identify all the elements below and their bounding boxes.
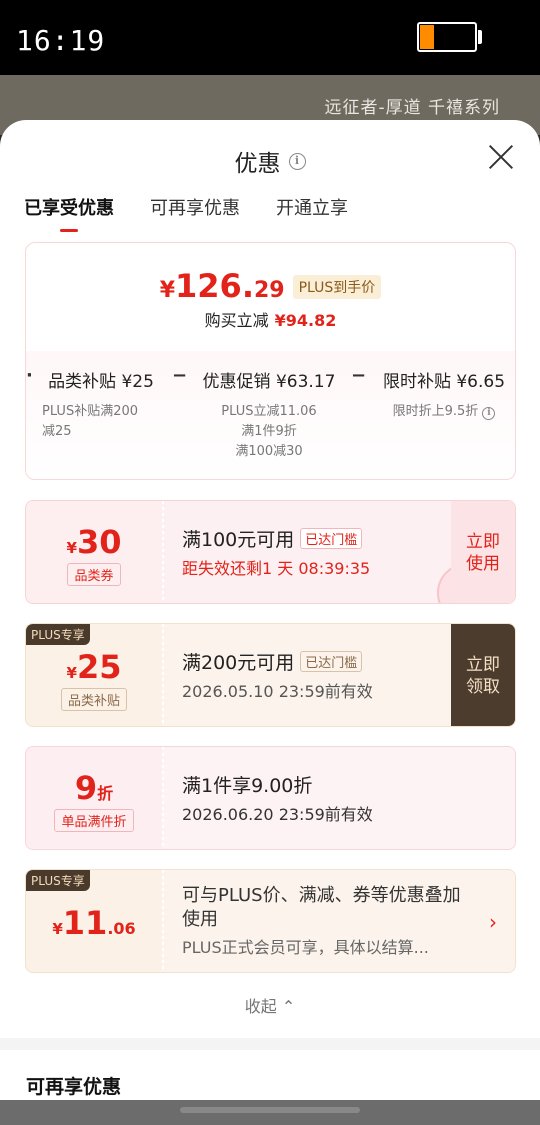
battery-tip	[478, 30, 482, 44]
breakdown-dot: ·	[26, 365, 33, 386]
battery-icon	[417, 22, 477, 52]
section-title-more-discounts: 可再享优惠	[26, 1076, 122, 1098]
coupon-item-discount-9: 9折 单品满件折 满1件享9.00折 2026.06.20 23:59前有效	[25, 746, 516, 850]
use-now-button[interactable]: 立即 使用	[451, 501, 515, 603]
coupon-condition: 满200元可用 已达门槛	[182, 648, 363, 675]
status-time: 16:19	[16, 24, 106, 57]
coupon-expiry: 2026.05.10 23:59前有效	[182, 682, 373, 701]
discount-total-row: 购买立减 ¥94.82	[26, 307, 515, 331]
coupon-amount: 9折	[74, 769, 114, 807]
coupon-type-tag: 品类补贴	[60, 688, 127, 711]
coupon-detail-panel: 满100元可用 已达门槛 距失效还剩1 天 08:39:35 立即 使用	[164, 501, 515, 603]
discount-label: 购买立减	[204, 311, 269, 330]
tab-activate-now[interactable]: 开通立享	[276, 194, 348, 234]
info-icon[interactable]: i	[288, 152, 306, 170]
coupon-plus-subsidy-25: PLUS专享 ¥25 品类补贴 满200元可用 已达门槛 2026.05.10 …	[25, 623, 516, 727]
final-price: ¥126.29	[159, 267, 285, 305]
collapse-button[interactable]: 收起 ⌃	[0, 993, 540, 1017]
plus-exclusive-badge: PLUS专享	[26, 870, 90, 891]
minus-operator: −	[172, 365, 188, 386]
claim-now-button[interactable]: 立即 领取	[451, 624, 515, 726]
discount-amount: ¥94.82	[274, 311, 337, 330]
sheet-header: 优惠 i	[0, 144, 540, 178]
discount-breakdown: · 品类补贴 ¥25 PLUS补贴满200 减25 − 优惠促销 ¥63.17 …	[26, 351, 515, 479]
tab-more-discounts[interactable]: 可再享优惠	[150, 194, 240, 234]
coupon-amount: ¥30	[66, 523, 122, 561]
price-summary-card: ¥126.29 PLUS到手价 购买立减 ¥94.82 · 品类补贴 ¥25 PL…	[25, 242, 516, 480]
coupon-value-panel: 9折 单品满件折	[26, 747, 162, 849]
coupon-condition: 满100元可用 已达门槛	[182, 525, 363, 552]
info-icon[interactable]: i	[482, 407, 496, 420]
coupon-description: 可与PLUS价、满减、券等优惠叠加使用	[182, 885, 461, 930]
coupon-note: PLUS正式会员可享，具体以结算...	[182, 938, 429, 957]
tab-enjoyed-discounts[interactable]: 已享受优惠	[24, 194, 114, 234]
coupon-type-tag: 单品满件折	[54, 809, 134, 832]
discount-sheet: 优惠 i 已享受优惠 可再享优惠 开通立享 ¥126.29 PLUS到手价 购买…	[0, 120, 540, 1125]
coupon-plus-price-11[interactable]: PLUS专享 ¥11.06 可与PLUS价、满减、券等优惠叠加使用 PLUS正式…	[25, 869, 516, 973]
minus-operator: −	[351, 365, 367, 386]
coupon-value-panel: ¥30 品类券	[26, 501, 162, 603]
coupon-expiry: 距失效还剩1 天 08:39:35	[182, 559, 371, 578]
breakdown-promotion: 优惠促销 ¥63.17 PLUS立减11.06 满1件9折 满100减30	[202, 372, 336, 459]
sheet-title: 优惠	[234, 151, 281, 177]
coupon-category-30: ¥30 品类券 满100元可用 已达门槛 距失效还剩1 天 08:39:35 立…	[25, 500, 516, 604]
threshold-tag: 已达门槛	[300, 651, 363, 672]
battery-level-fill	[420, 25, 434, 49]
breakdown-limited-subsidy[interactable]: 限时补贴 ¥6.65 限时折上9.5折 i	[376, 367, 512, 422]
plus-exclusive-badge: PLUS专享	[26, 624, 90, 645]
breakdown-category-subsidy: 品类补贴 ¥25 PLUS补贴满200 减25	[42, 372, 154, 439]
coupon-detail-panel: 满200元可用 已达门槛 2026.05.10 23:59前有效 立即 领取	[164, 624, 515, 726]
coupon-condition: 满1件享9.00折	[182, 775, 313, 797]
product-subtitle: 远征者-厚道 千禧系列	[324, 98, 500, 118]
home-indicator[interactable]	[180, 1107, 360, 1113]
threshold-tag: 已达门槛	[300, 528, 363, 549]
chevron-right-icon[interactable]: ›	[489, 910, 497, 934]
coupon-expiry: 2026.06.20 23:59前有效	[182, 805, 373, 824]
section-divider	[0, 1038, 540, 1050]
close-icon[interactable]	[488, 144, 514, 170]
coupon-type-tag: 品类券	[67, 563, 121, 586]
coupon-detail-panel: 可与PLUS价、满减、券等优惠叠加使用 PLUS正式会员可享，具体以结算... …	[164, 870, 515, 972]
tab-bar: 已享受优惠 可再享优惠 开通立享	[24, 194, 384, 234]
coupon-detail-panel: 满1件享9.00折 2026.06.20 23:59前有效	[164, 747, 515, 849]
plus-price-tag: PLUS到手价	[292, 275, 382, 299]
